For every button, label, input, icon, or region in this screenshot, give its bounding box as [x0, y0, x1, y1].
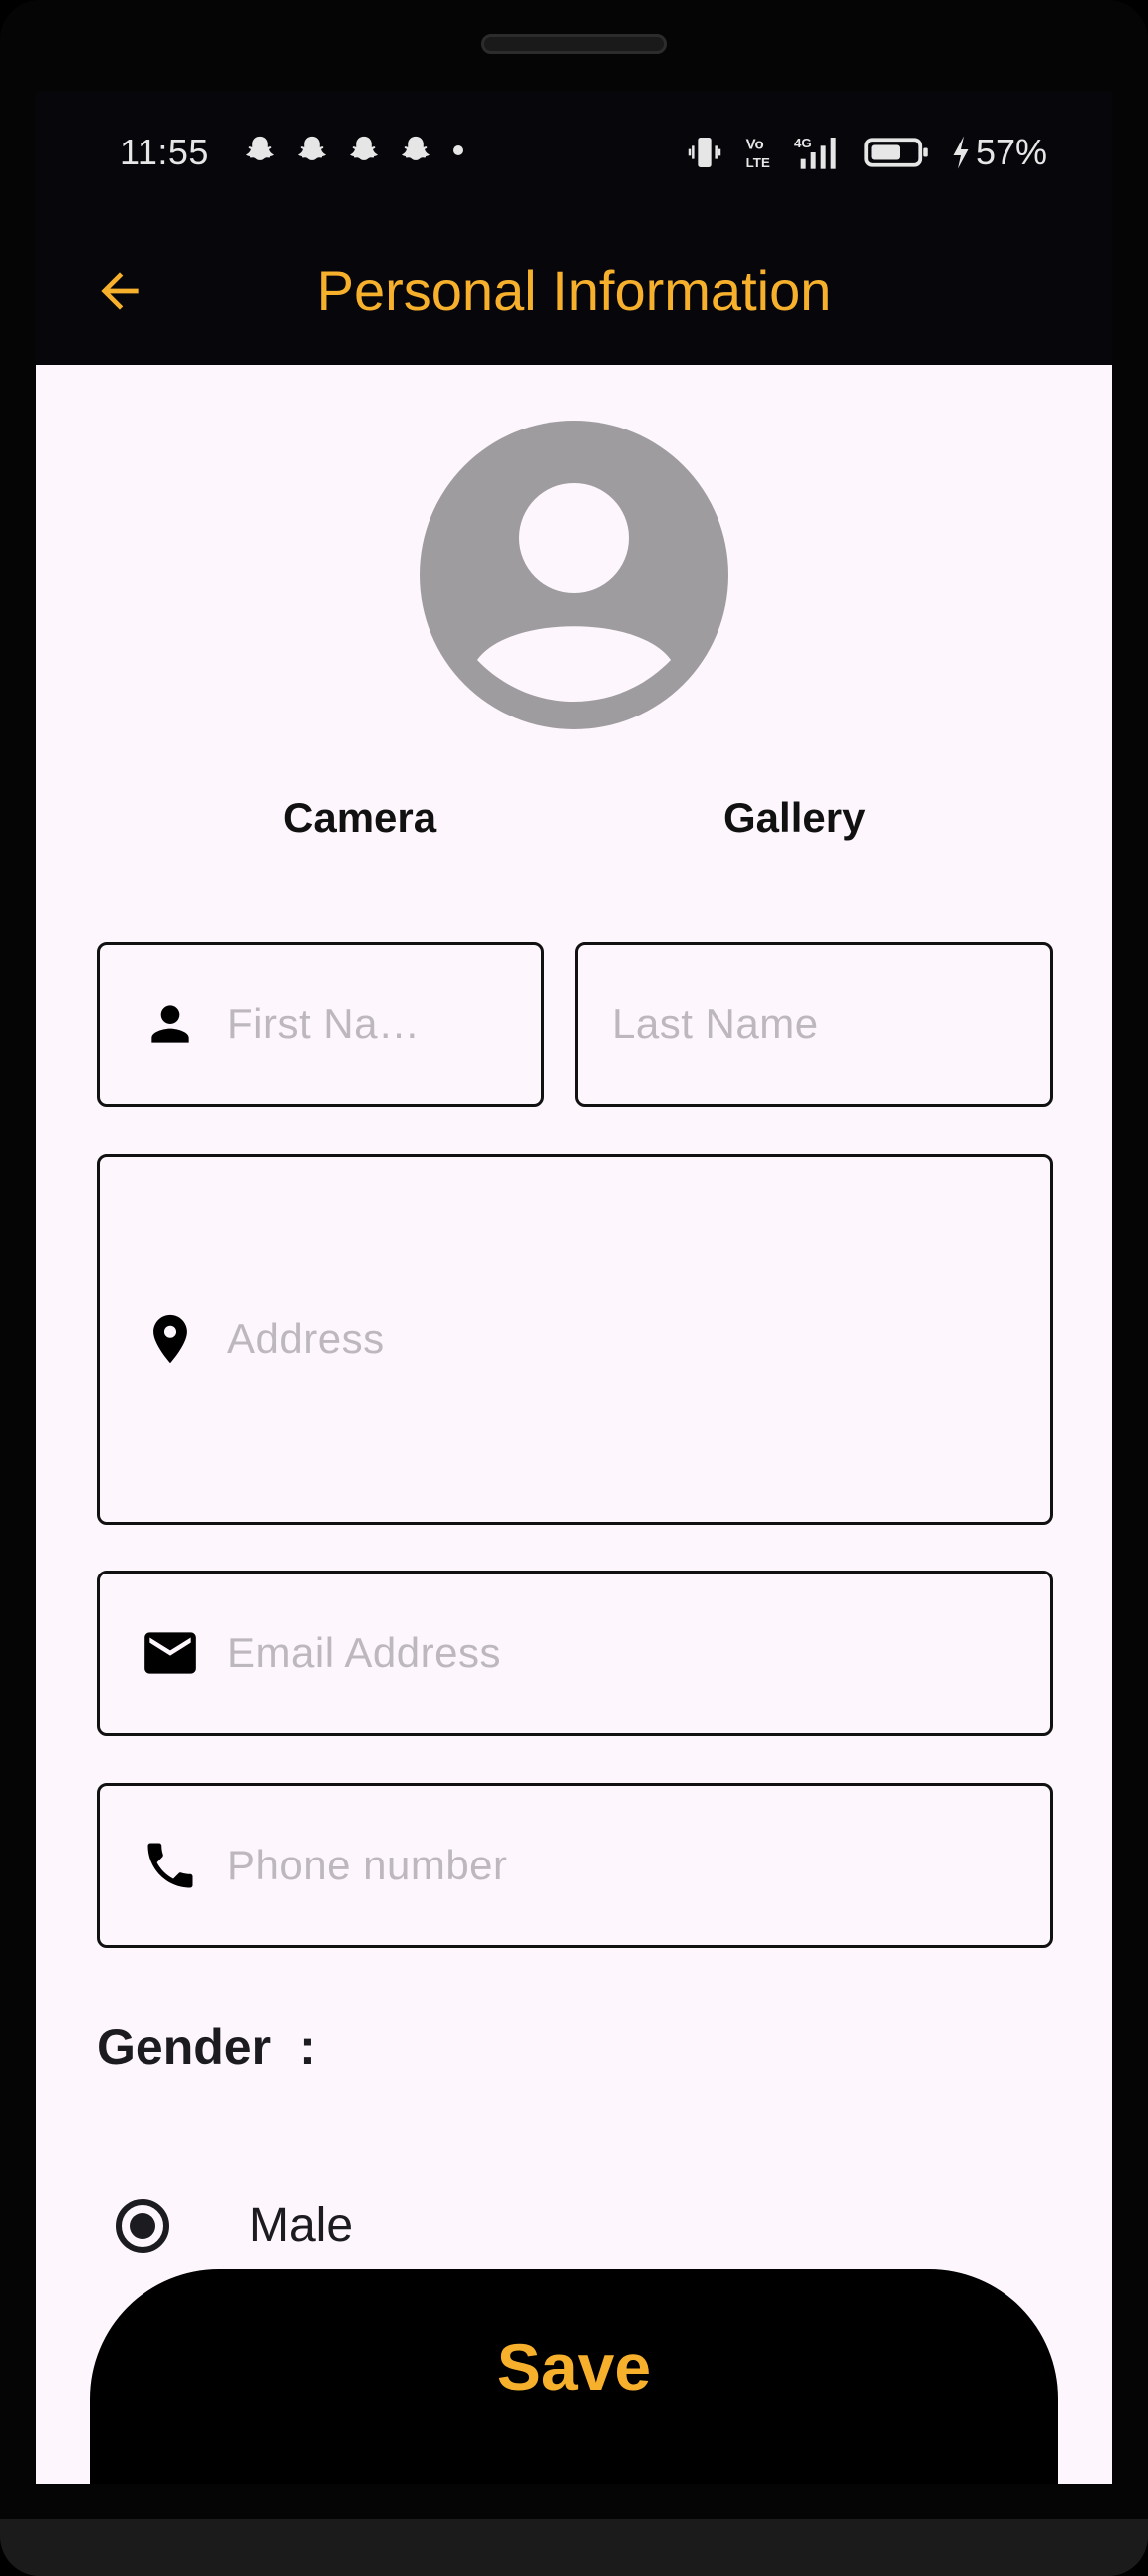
app-bar: Personal Information: [36, 217, 1112, 365]
phone-field[interactable]: Phone number: [97, 1783, 1053, 1948]
battery-percentage: 57%: [975, 132, 1047, 172]
battery-icon: [864, 138, 928, 167]
address-field[interactable]: Address: [97, 1154, 1053, 1525]
camera-button[interactable]: Camera: [283, 794, 436, 842]
svg-text:4G: 4G: [794, 136, 812, 150]
phone-placeholder: Phone number: [227, 1842, 508, 1888]
snapchat-icon: [246, 136, 274, 160]
profile-avatar[interactable]: [420, 421, 728, 729]
gender-label: Gender:: [97, 2018, 316, 2076]
email-field[interactable]: Email Address: [97, 1571, 1053, 1736]
notification-icons: [243, 134, 466, 167]
charging-icon: [953, 136, 969, 169]
gender-label-colon: :: [299, 2019, 316, 2075]
app-screen: 11:55 Vo LTE 4G 57% Personal Information…: [36, 92, 1112, 2484]
last-name-field[interactable]: Last Name: [575, 942, 1053, 1107]
arrow-left-icon: [101, 272, 139, 310]
address-placeholder: Address: [227, 1315, 385, 1362]
gallery-button[interactable]: Gallery: [723, 794, 865, 842]
snapchat-icon: [402, 136, 430, 160]
account-circle-icon: [477, 483, 671, 702]
phone-icon: [147, 1843, 193, 1888]
first-name-placeholder: First Na…: [227, 1001, 421, 1047]
earpiece-speaker: [481, 34, 667, 54]
volte-icon: Vo LTE: [746, 137, 770, 170]
snapchat-icon: [350, 136, 378, 160]
last-name-placeholder: Last Name: [612, 1001, 819, 1047]
vibrate-icon: [688, 138, 721, 167]
gender-option-male[interactable]: Male: [116, 2198, 353, 2253]
status-indicators: Vo LTE 4G 57%: [685, 132, 1047, 173]
back-button[interactable]: [86, 257, 153, 325]
phone-frame: 11:55 Vo LTE 4G 57% Personal Information…: [0, 0, 1148, 2576]
dot-icon: [453, 145, 463, 155]
mail-icon: [144, 1632, 196, 1674]
email-placeholder: Email Address: [227, 1629, 501, 1676]
radio-selected-icon[interactable]: [116, 2198, 169, 2253]
status-bar: 11:55 Vo LTE 4G 57%: [36, 92, 1112, 217]
save-button[interactable]: Save: [90, 2269, 1058, 2484]
page-title: Personal Information: [316, 259, 832, 322]
save-button-label: Save: [496, 2330, 652, 2404]
person-icon: [151, 1005, 189, 1043]
svg-text:LTE: LTE: [746, 155, 770, 170]
first-name-field[interactable]: First Na…: [97, 942, 544, 1107]
bottom-bezel: [0, 2519, 1148, 2576]
snapchat-icon: [298, 136, 326, 160]
gender-option-label: Male: [249, 2199, 354, 2252]
location-pin-icon: [153, 1314, 187, 1364]
status-time: 11:55: [120, 132, 209, 172]
4g-signal-icon: 4G: [794, 136, 836, 169]
svg-text:Vo: Vo: [746, 137, 764, 153]
gender-label-text: Gender: [97, 2019, 272, 2075]
